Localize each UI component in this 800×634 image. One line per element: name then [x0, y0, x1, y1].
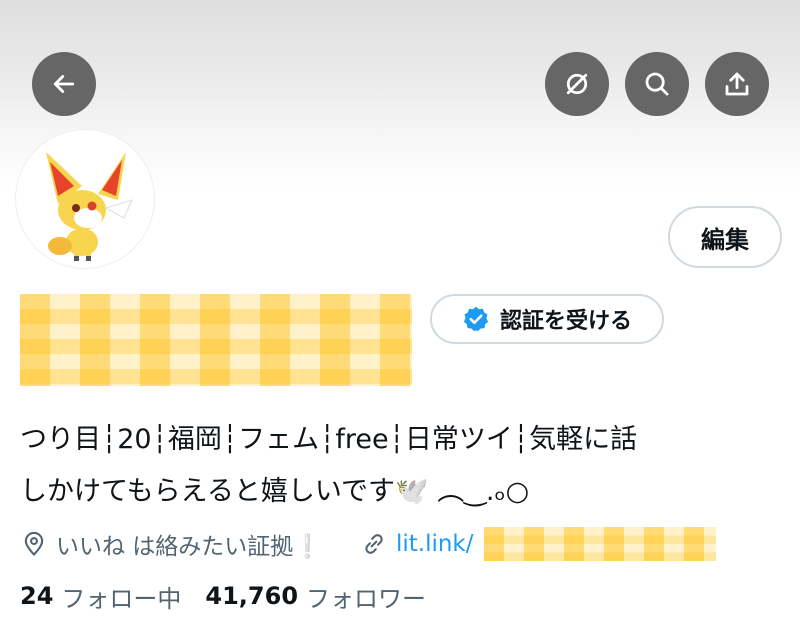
- website-link-redacted: [483, 527, 716, 561]
- search-icon: [645, 72, 669, 96]
- following-stat[interactable]: 24 フォロー中: [20, 579, 181, 614]
- fennekin-avatar: [20, 134, 150, 264]
- location-item: いいね は絡みたい証拠❕: [20, 527, 322, 561]
- edit-profile-button[interactable]: 編集: [668, 206, 782, 268]
- mute-button[interactable]: [545, 52, 609, 116]
- back-button[interactable]: [32, 52, 96, 116]
- location-text: いいね は絡みたい証拠❕: [56, 534, 322, 560]
- bio-line-2: しかけてもらえると嬉しいです🕊️ ︵‿.ₒ○: [20, 476, 530, 507]
- follow-stats: 24 フォロー中 41,760 フォロワー: [20, 576, 450, 616]
- followers-stat[interactable]: 41,760 フォロワー: [205, 579, 426, 614]
- edit-profile-label: 編集: [701, 225, 749, 254]
- avatar[interactable]: [16, 130, 154, 268]
- bio-line-1: つり目┆20┆福岡┆フェム┆free┆日常ツイ┆気軽に話: [20, 424, 638, 455]
- arrow-left-icon: [53, 75, 75, 93]
- display-name-redacted: [20, 294, 412, 386]
- website-item[interactable]: lit.link/: [360, 527, 716, 561]
- following-count: 24: [20, 582, 54, 610]
- location-pin-icon: [24, 531, 44, 556]
- share-button[interactable]: [705, 52, 769, 116]
- verified-badge-icon: [463, 306, 489, 332]
- followers-label: フォロワー: [306, 584, 427, 613]
- get-verified-button[interactable]: 認証を受ける: [430, 294, 664, 344]
- search-button[interactable]: [625, 52, 689, 116]
- following-label: フォロー中: [61, 584, 182, 613]
- link-icon: [365, 534, 383, 554]
- website-link[interactable]: lit.link/: [396, 531, 474, 557]
- bio: つり目┆20┆福岡┆フェム┆free┆日常ツイ┆気軽に話 しかけてもらえると嬉し…: [20, 414, 790, 518]
- get-verified-label: 認証を受ける: [499, 309, 632, 334]
- circle-slash-icon: [566, 73, 588, 95]
- followers-count: 41,760: [205, 582, 299, 610]
- share-upload-icon: [725, 72, 749, 96]
- profile-meta: いいね は絡みたい証拠❕ lit.link/: [20, 524, 716, 564]
